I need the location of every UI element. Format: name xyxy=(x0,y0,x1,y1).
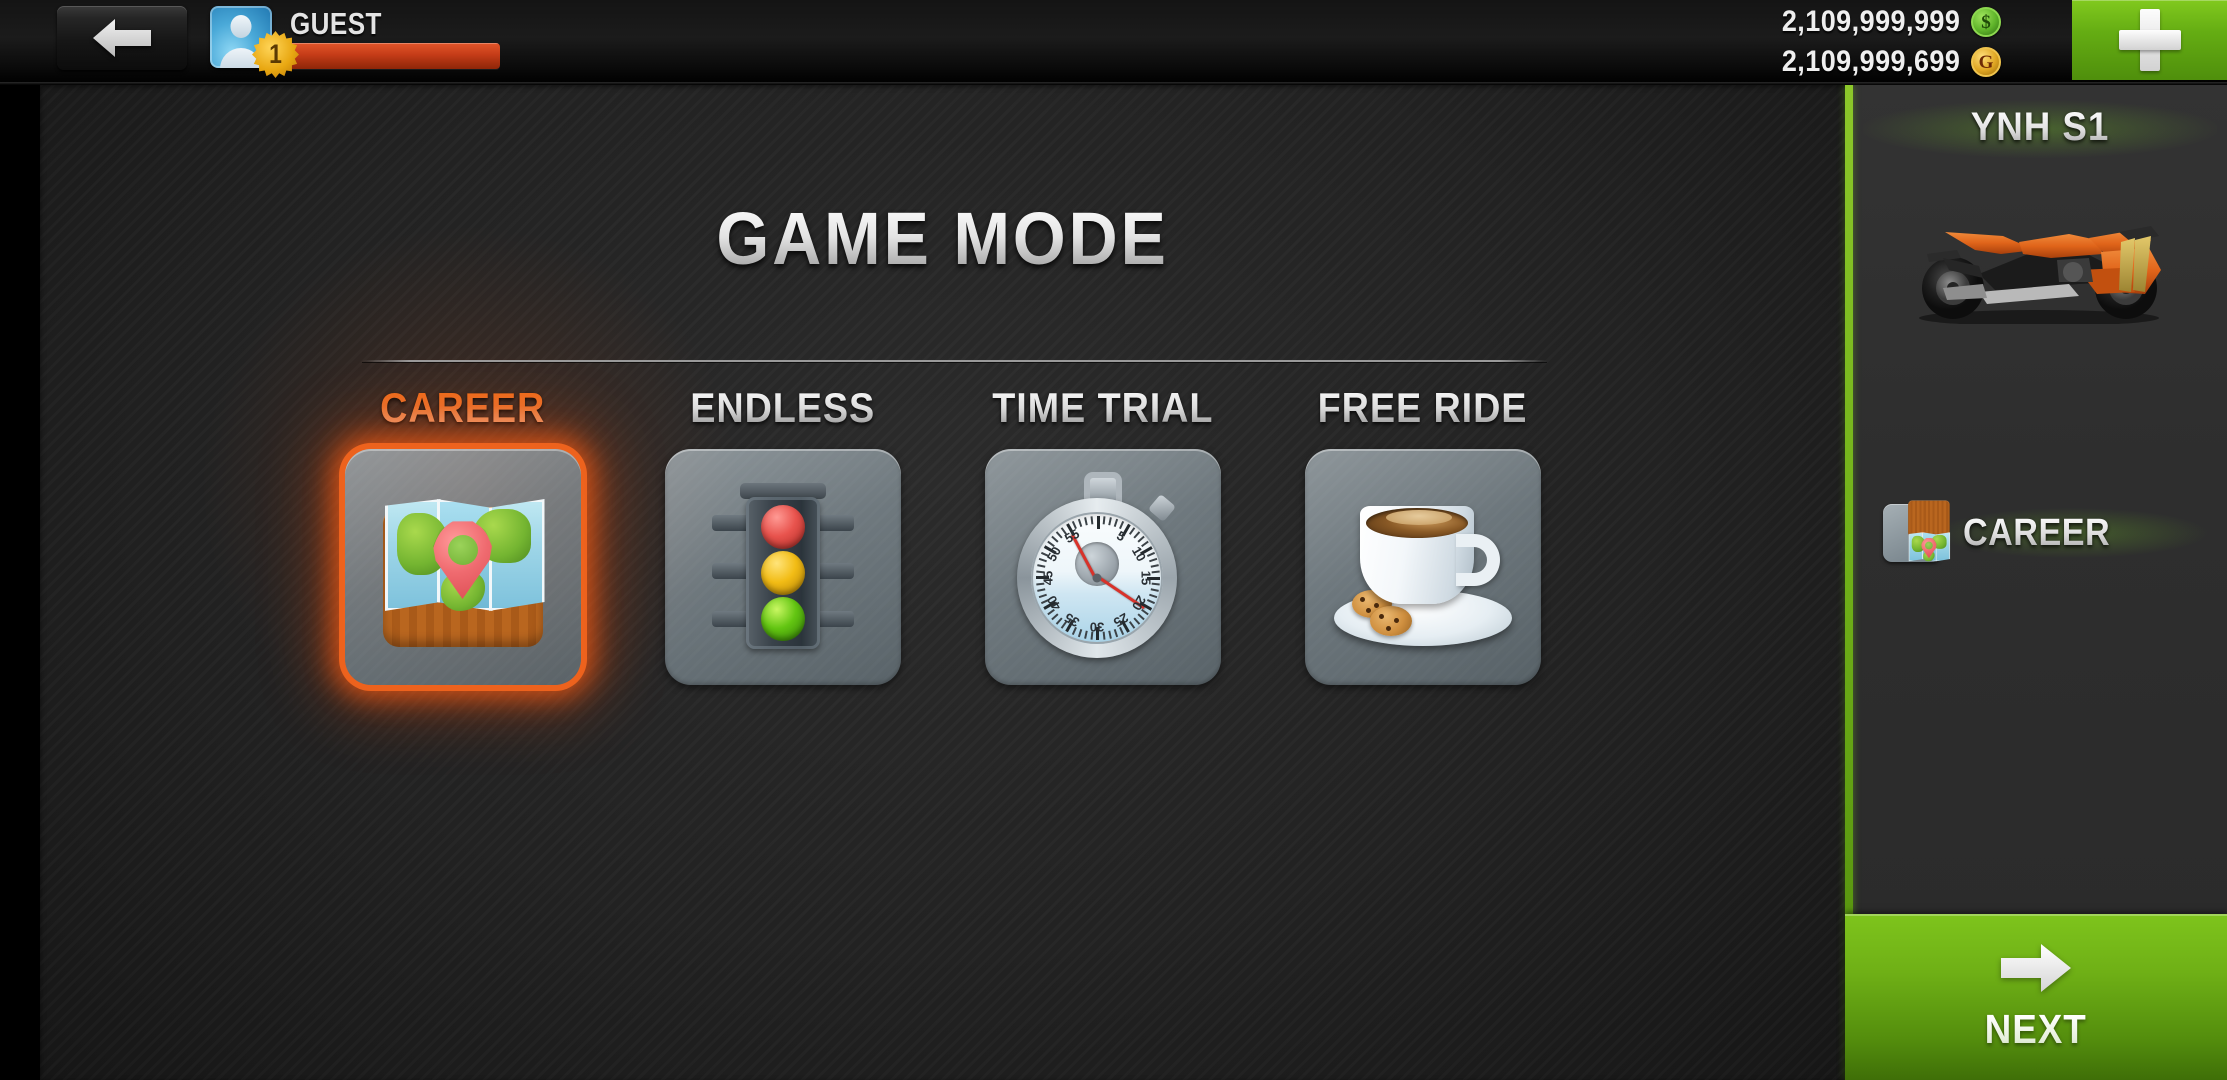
dial-tick xyxy=(1083,517,1088,526)
dial-tick xyxy=(1128,527,1135,535)
arrow-right-icon xyxy=(2001,943,2071,992)
xp-progress-fill xyxy=(286,43,500,69)
motorcycle-icon xyxy=(1919,226,2161,324)
dial-number: 55 xyxy=(1061,525,1083,546)
dial-tick xyxy=(1038,557,1047,563)
game-mode-label: TIME TRIAL xyxy=(991,384,1214,431)
vehicle-name: YNH S1 xyxy=(1868,105,2212,150)
dial-tick xyxy=(1150,588,1159,592)
dial-tick xyxy=(1096,516,1100,529)
game-mode-list: CAREER ENDLESS TIME TRIAL 5 10 15 20 25 … xyxy=(40,384,1845,685)
currency-display: 2,109,999,999 $ 2,109,999,699 G xyxy=(1762,2,2001,82)
top-bar: GUEST 1 2,109,999,999 $ 2,109,999,699 G xyxy=(0,0,2227,85)
dial-tick xyxy=(1136,613,1145,621)
selected-mode-label: CAREER xyxy=(1963,511,2111,554)
currency-row-gold: 2,109,999,699 G xyxy=(1762,42,2001,82)
top-bar-underline xyxy=(0,82,2227,85)
dial-tick xyxy=(1132,617,1140,625)
dial-number: 35 xyxy=(1061,610,1083,631)
dial-tick xyxy=(1150,564,1159,568)
dial-tick xyxy=(1038,593,1047,599)
dial-tick xyxy=(1148,557,1157,563)
page-title: GAME MODE xyxy=(112,196,1773,281)
dial-tick xyxy=(1132,531,1140,539)
game-mode-career[interactable]: CAREER xyxy=(343,384,583,685)
selected-mode-chip[interactable]: CAREER xyxy=(1883,500,2207,562)
cash-coin-icon: $ xyxy=(1971,7,2001,37)
plus-icon xyxy=(2117,7,2183,73)
back-button[interactable] xyxy=(57,6,187,70)
dial-tick xyxy=(1083,630,1088,639)
dial-number: 20 xyxy=(1128,592,1150,613)
currency-row-cash: 2,109,999,999 $ xyxy=(1762,2,2001,42)
dial-number: 45 xyxy=(1040,570,1055,586)
dial-number: 10 xyxy=(1128,543,1150,564)
dial-number: 30 xyxy=(1089,619,1104,635)
dial-tick xyxy=(1107,630,1112,639)
game-mode-tile[interactable] xyxy=(344,449,581,685)
game-mode-tile[interactable] xyxy=(664,449,901,685)
dial-tick xyxy=(1077,629,1082,638)
main-content-area: GAME MODE CAREER ENDLESS TIME TRIAL 5 10… xyxy=(40,84,1845,1080)
dial-tick xyxy=(1055,617,1063,625)
coffee-cup-icon xyxy=(1328,472,1518,662)
add-currency-button[interactable] xyxy=(2072,0,2227,80)
title-divider xyxy=(362,360,1547,362)
dial-tick xyxy=(1077,518,1082,527)
game-mode-tile[interactable] xyxy=(1304,449,1541,685)
gold-amount: 2,109,999,699 xyxy=(1781,45,1960,78)
game-mode-screen: GAME MODE CAREER ENDLESS TIME TRIAL 5 10… xyxy=(0,0,2227,1080)
username-label: GUEST xyxy=(290,6,382,41)
dial-tick xyxy=(1113,629,1118,638)
game-mode-free-ride[interactable]: FREE RIDE xyxy=(1303,384,1543,685)
map-icon xyxy=(375,479,551,655)
dial-tick xyxy=(1036,564,1045,568)
dial-tick xyxy=(1113,518,1118,527)
dial-tick xyxy=(1050,535,1059,543)
gold-coin-icon: G xyxy=(1971,47,2001,77)
game-mode-endless[interactable]: ENDLESS xyxy=(663,384,903,685)
level-number: 1 xyxy=(269,39,282,69)
next-button-label: NEXT xyxy=(1984,1005,2088,1052)
dial-number: 15 xyxy=(1138,570,1153,586)
game-mode-time-trial[interactable]: TIME TRIAL 5 10 15 20 25 30 35 40 45 50 55 xyxy=(983,384,1223,685)
game-mode-label: FREE RIDE xyxy=(1317,384,1528,431)
game-mode-label: CAREER xyxy=(379,384,546,431)
arrow-left-icon xyxy=(93,19,151,57)
map-icon xyxy=(1883,500,1951,562)
dial-tick xyxy=(1050,613,1059,621)
game-mode-label: ENDLESS xyxy=(690,384,875,431)
xp-progress-bar xyxy=(286,43,500,69)
dial-tick xyxy=(1102,516,1105,525)
dial-tick xyxy=(1107,517,1112,526)
dial-tick xyxy=(1136,535,1145,543)
dial-tick xyxy=(1090,516,1093,525)
dial-tick xyxy=(1148,593,1157,599)
cash-amount: 2,109,999,999 xyxy=(1781,5,1960,38)
dial-number: 5 xyxy=(1114,527,1128,544)
traffic-light-icon xyxy=(693,477,873,657)
dial-tick xyxy=(1036,588,1045,592)
level-badge: 1 xyxy=(252,31,299,78)
stopwatch-icon: 5 10 15 20 25 30 35 40 45 50 55 xyxy=(1008,472,1198,662)
game-mode-tile[interactable]: 5 10 15 20 25 30 35 40 45 50 55 xyxy=(984,449,1221,685)
next-button[interactable]: NEXT xyxy=(1845,914,2227,1080)
